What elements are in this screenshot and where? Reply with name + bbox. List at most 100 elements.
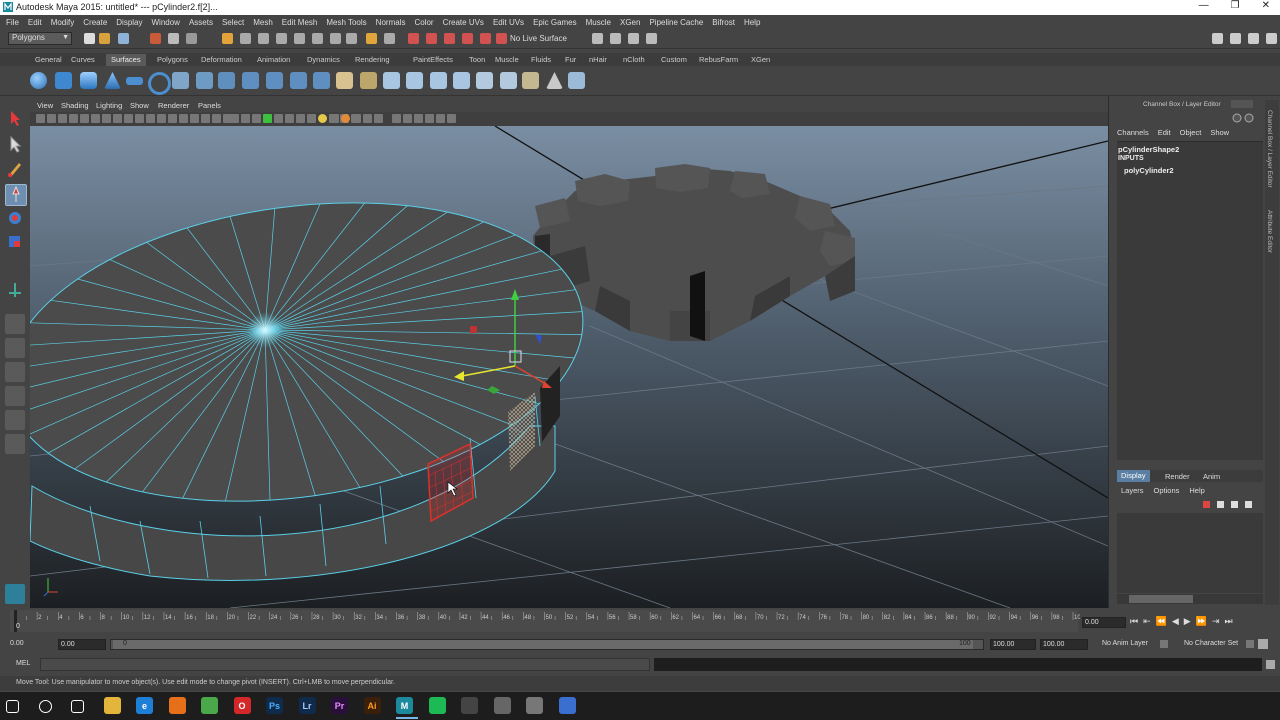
viewport-tool-icon[interactable]: [392, 114, 401, 123]
viewport-tool-icon[interactable]: [69, 114, 78, 123]
viewport-tool-icon[interactable]: [296, 114, 305, 123]
layer-tab-render[interactable]: Render: [1165, 472, 1190, 481]
offset-icon[interactable]: [406, 72, 423, 89]
revolve-icon[interactable]: [218, 72, 235, 89]
menu-assets[interactable]: Assets: [189, 18, 213, 27]
viewport-tool-icon[interactable]: [102, 114, 111, 123]
curve-tool-icon[interactable]: [196, 72, 213, 89]
shelf-tab-general[interactable]: General: [30, 54, 67, 66]
tool-settings-toggle-icon[interactable]: [646, 33, 657, 44]
shelf-tab-rendering[interactable]: Rendering: [350, 54, 395, 66]
paint-select-icon[interactable]: [5, 159, 25, 179]
layer-menu-options[interactable]: Options: [1154, 486, 1180, 495]
layer-tab-anim[interactable]: Anim: [1203, 472, 1220, 481]
anim-layer-dropdown[interactable]: No Anim Layer: [1102, 640, 1148, 647]
layer-tab-display[interactable]: Display: [1117, 470, 1150, 482]
viewport-menu-renderer[interactable]: Renderer: [158, 101, 189, 110]
sidebar-toggle-icon[interactable]: [610, 33, 621, 44]
layer-menu-help[interactable]: Help: [1189, 486, 1204, 495]
viewport-menu-view[interactable]: View: [37, 101, 53, 110]
viewport-tool-icon[interactable]: [318, 114, 327, 123]
planar-icon[interactable]: [313, 72, 330, 89]
viewport-tool-icon[interactable]: [263, 114, 272, 123]
move-tool-icon[interactable]: [5, 184, 27, 206]
ipr-render-icon[interactable]: [426, 33, 437, 44]
viewport-tool-icon[interactable]: [241, 114, 250, 123]
history-icon[interactable]: [312, 33, 323, 44]
perspective-viewport[interactable]: [30, 126, 1108, 608]
cone-icon[interactable]: [104, 72, 121, 89]
fillet-icon[interactable]: [522, 72, 539, 89]
go-to-start-icon[interactable]: ⏮: [1130, 616, 1138, 630]
panel-toggle-icon[interactable]: [1212, 33, 1223, 44]
menu-epic-games[interactable]: Epic Games: [533, 18, 577, 27]
firefox-icon[interactable]: [168, 697, 186, 714]
viewport-tool-icon[interactable]: [58, 114, 67, 123]
rotate-tool-icon[interactable]: [5, 208, 25, 228]
layout-toggle-icon[interactable]: [1266, 33, 1277, 44]
shelf-tab-ncloth[interactable]: nCloth: [618, 54, 650, 66]
shelf-tab-toon[interactable]: Toon: [464, 54, 490, 66]
viewport-tool-icon[interactable]: [124, 114, 133, 123]
autokey-icon[interactable]: [1258, 639, 1268, 649]
playback-start-field[interactable]: 0.00: [58, 639, 106, 650]
shelf-tab-xgen[interactable]: XGen: [746, 54, 775, 66]
calculator-icon[interactable]: [461, 697, 478, 714]
menu-xgen[interactable]: XGen: [620, 18, 640, 27]
cube-icon[interactable]: [55, 72, 72, 89]
layer-menu-layers[interactable]: Layers: [1121, 486, 1144, 495]
channel-menu-object[interactable]: Object: [1180, 128, 1202, 140]
viewport-tool-icon[interactable]: [330, 114, 339, 123]
viewport-menu-shading[interactable]: Shading: [61, 101, 89, 110]
persp-outliner-layout-icon[interactable]: [5, 362, 25, 382]
extrude-icon[interactable]: [266, 72, 283, 89]
lock-icon[interactable]: [366, 33, 377, 44]
trim-icon[interactable]: [430, 72, 447, 89]
viewport-tool-icon[interactable]: [230, 114, 239, 123]
shelf-tab-curves[interactable]: Curves: [66, 54, 100, 66]
channel-box-tools-icon[interactable]: [1231, 112, 1255, 124]
menu-file[interactable]: File: [6, 18, 19, 27]
live-surface-label[interactable]: No Live Surface: [510, 34, 567, 43]
app-icon[interactable]: [493, 697, 511, 714]
outliner-layout-icon[interactable]: [5, 434, 25, 454]
viewport-tool-icon[interactable]: [252, 114, 261, 123]
channel-menu-edit[interactable]: Edit: [1158, 128, 1171, 140]
viewport-tool-icon[interactable]: [201, 114, 210, 123]
channel-box-toggle-icon[interactable]: [1248, 33, 1259, 44]
select-object-icon[interactable]: [168, 33, 179, 44]
select-tool-icon[interactable]: [5, 108, 25, 128]
select-hierarchy-icon[interactable]: [150, 33, 161, 44]
scale-tool-icon[interactable]: [5, 232, 25, 252]
menu-modify[interactable]: Modify: [51, 18, 75, 27]
menu-bifrost[interactable]: Bifrost: [712, 18, 735, 27]
step-back-frame-icon[interactable]: ⏪: [1156, 616, 1167, 630]
step-back-key-icon[interactable]: ⇤: [1143, 616, 1151, 630]
range-slider-bar[interactable]: 0 100: [110, 639, 984, 650]
menu-mesh[interactable]: Mesh: [253, 18, 273, 27]
maya-home-icon[interactable]: [5, 584, 25, 604]
search-icon[interactable]: [38, 700, 52, 713]
nurbs-icon[interactable]: [172, 72, 189, 89]
menu-edit[interactable]: Edit: [28, 18, 42, 27]
animation-start-field[interactable]: 0.00: [8, 639, 52, 650]
save-scene-icon[interactable]: [118, 33, 129, 44]
render-view-icon[interactable]: [480, 33, 491, 44]
play-forward-icon[interactable]: ▶: [1184, 616, 1191, 630]
time-slider[interactable]: 2 4 6 8 10 12 14 16 18 20 22 24 26 28 30 32 34 36 38 40 42 44…: [0, 608, 1280, 634]
viewport-tool-icon[interactable]: [91, 114, 100, 123]
shelf-tab-muscle[interactable]: Muscle: [490, 54, 524, 66]
viewport-tool-icon[interactable]: [80, 114, 89, 123]
square-surface-icon[interactable]: [383, 72, 400, 89]
viewport-tool-icon[interactable]: [113, 114, 122, 123]
snap-view-icon[interactable]: [276, 33, 287, 44]
menu-edit-mesh[interactable]: Edit Mesh: [282, 18, 318, 27]
render-frame-icon[interactable]: [408, 33, 419, 44]
menu-create[interactable]: Create: [83, 18, 107, 27]
hypershade-layout-icon[interactable]: [5, 410, 25, 430]
shelf-tab-polygons[interactable]: Polygons: [152, 54, 193, 66]
edge-icon[interactable]: e: [136, 697, 153, 714]
illustrator-icon[interactable]: Ai: [363, 697, 381, 714]
layer-scrollbar[interactable]: [1117, 594, 1263, 604]
mel-input[interactable]: [40, 658, 650, 671]
